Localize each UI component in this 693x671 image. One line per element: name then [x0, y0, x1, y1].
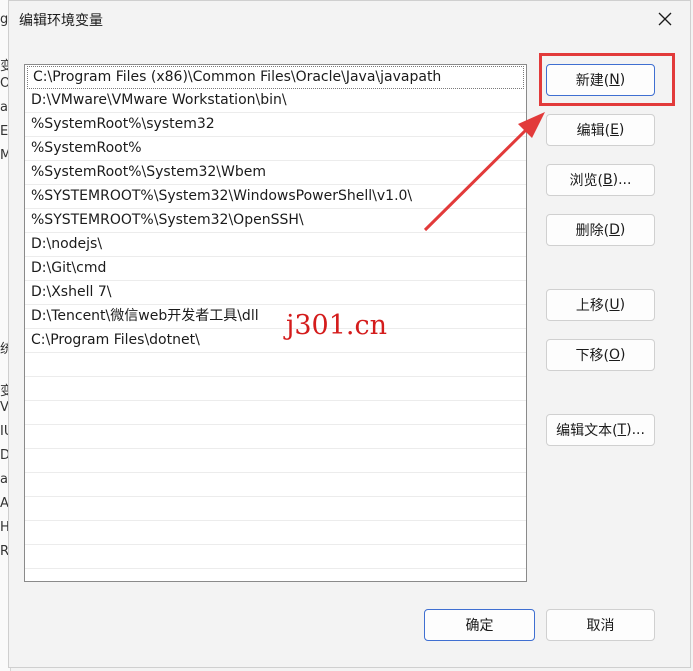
path-list-item[interactable]: %SystemRoot% [25, 137, 526, 161]
edit-text-button[interactable]: 编辑文本(T)... [546, 414, 655, 446]
background-fragment: a [0, 472, 8, 487]
path-list-item[interactable]: %SystemRoot%\System32\Wbem [25, 161, 526, 185]
move-up-button[interactable]: 上移(U) [546, 289, 655, 321]
background-fragment: a [0, 100, 8, 115]
browse-button[interactable]: 浏览(B)... [546, 164, 655, 196]
ok-button[interactable]: 确定 [424, 609, 535, 641]
path-list-item[interactable]: %SYSTEMROOT%\System32\WindowsPowerShell\… [25, 185, 526, 209]
path-list-item[interactable]: D:\Git\cmd [25, 257, 526, 281]
dialog-title: 编辑环境变量 [19, 13, 103, 29]
path-list-item[interactable]: D:\Tencent\微信web开发者工具\dll [25, 305, 526, 329]
path-list-item[interactable]: C:\Program Files (x86)\Common Files\Orac… [27, 66, 524, 89]
empty-list-row [25, 377, 526, 401]
empty-list-row [25, 545, 526, 569]
edit-button[interactable]: 编辑(E) [546, 114, 655, 146]
close-button[interactable] [653, 7, 677, 31]
path-list-item[interactable]: %SystemRoot%\system32 [25, 113, 526, 137]
cancel-button[interactable]: 取消 [546, 609, 655, 641]
path-list-item[interactable]: D:\VMware\VMware Workstation\bin\ [25, 89, 526, 113]
watermark-text: j301.cn [286, 310, 387, 341]
empty-list-row [25, 353, 526, 377]
new-button[interactable]: 新建(N) [546, 64, 655, 96]
close-icon [658, 12, 672, 26]
empty-list-row [25, 521, 526, 545]
path-list-item[interactable]: %SYSTEMROOT%\System32\OpenSSH\ [25, 209, 526, 233]
background-fragment: E [0, 124, 9, 139]
empty-list-row [25, 449, 526, 473]
empty-list-row [25, 473, 526, 497]
path-list-item[interactable]: C:\Program Files\dotnet\ [25, 329, 526, 353]
empty-list-row [25, 425, 526, 449]
path-list-item[interactable]: D:\nodejs\ [25, 233, 526, 257]
move-down-button[interactable]: 下移(O) [546, 339, 655, 371]
delete-button[interactable]: 删除(D) [546, 214, 655, 246]
path-list-item[interactable]: D:\Xshell 7\ [25, 281, 526, 305]
empty-list-row [25, 401, 526, 425]
path-list[interactable]: C:\Program Files (x86)\Common Files\Orac… [24, 64, 527, 582]
empty-list-row [25, 497, 526, 521]
